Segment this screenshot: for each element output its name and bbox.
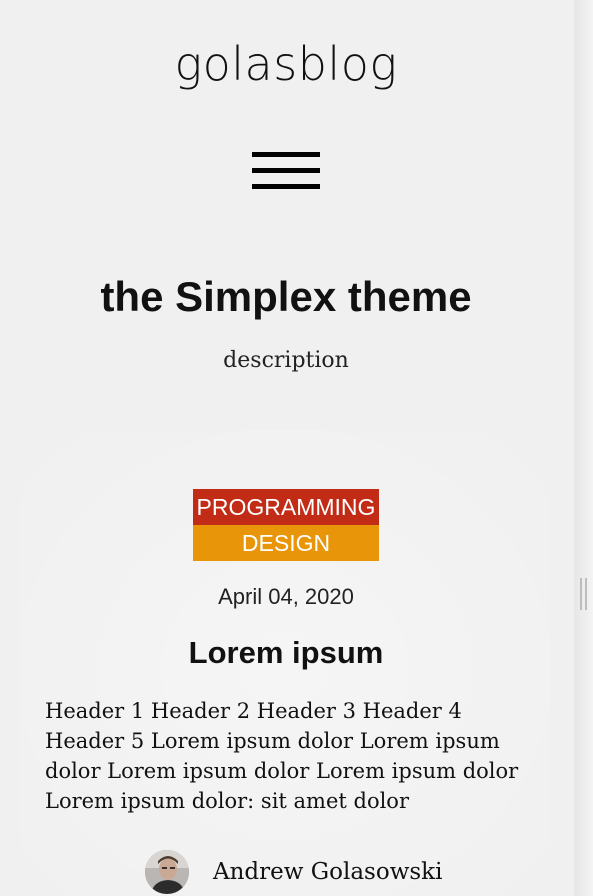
hero-description: description bbox=[223, 348, 349, 373]
tag-design[interactable]: DESIGN bbox=[193, 525, 379, 561]
menu-bar-top bbox=[252, 152, 320, 157]
tag-programming[interactable]: PROGRAMMING bbox=[193, 489, 379, 525]
hamburger-menu-icon[interactable] bbox=[252, 150, 320, 194]
menu-bar-bottom bbox=[252, 184, 320, 189]
hero-title: the Simplex theme bbox=[100, 273, 472, 320]
post-date: April 04, 2020 bbox=[218, 584, 354, 609]
post-excerpt: Header 1 Header 2 Header 3 Header 4 Head… bbox=[45, 699, 519, 813]
post-title-link[interactable]: Lorem ipsum bbox=[0, 632, 572, 674]
post-tags: PROGRAMMING DESIGN bbox=[193, 489, 379, 561]
site-title[interactable]: golasblog bbox=[0, 36, 572, 92]
resize-grip-icon[interactable] bbox=[580, 578, 587, 610]
avatar-portrait-icon bbox=[145, 850, 189, 894]
menu-bar-middle bbox=[252, 168, 320, 173]
author-name[interactable]: Andrew Golasowski bbox=[213, 856, 442, 888]
scroll-gutter bbox=[574, 0, 593, 896]
author-avatar-photo[interactable] bbox=[145, 850, 189, 894]
